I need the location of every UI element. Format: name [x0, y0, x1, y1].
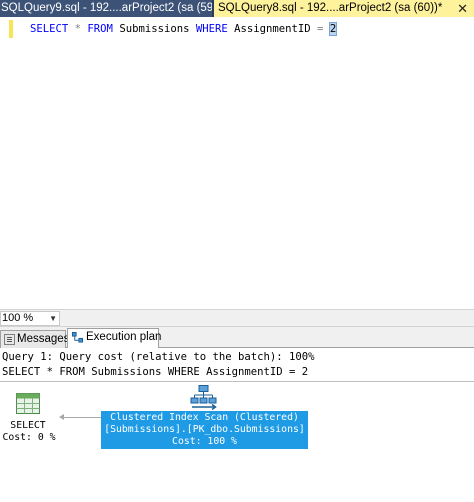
editor-status-strip: 100 % ▼ [0, 309, 474, 327]
plan-arrow-connector [59, 414, 102, 420]
select-node-name: SELECT [10, 420, 46, 431]
results-tab-bar: Messages Execution plan [0, 327, 474, 348]
select-operator-icon[interactable] [16, 393, 40, 414]
messages-icon [4, 334, 15, 345]
query-editor[interactable]: SELECT * FROM Submissions WHERE Assignme… [0, 17, 474, 309]
tab-execution-plan[interactable]: Execution plan [67, 328, 162, 348]
tab-sqlquery8-label: SQLQuery8.sql - 192....arProject2 (sa (6… [218, 2, 443, 14]
scan-node-object: [Submissions].[PK_dbo.Submissions] [104, 424, 305, 435]
query-text-line[interactable]: SELECT * FROM Submissions WHERE Assignme… [30, 21, 338, 37]
execution-plan-icon [72, 332, 83, 343]
execution-plan-pane: Query 1: Query cost (relative to the bat… [0, 349, 474, 502]
select-node-cost: Cost: 0 % [2, 432, 56, 443]
tab-messages[interactable]: Messages [0, 330, 69, 348]
selected-value: 2 [328, 22, 338, 36]
plan-divider [0, 381, 474, 382]
scan-node-title: Clustered Index Scan (Clustered) [110, 412, 299, 423]
tab-sqlquery9-label: SQLQuery9.sql - 192....arProject2 (sa (5… [1, 2, 212, 14]
column-name: AssignmentID [227, 23, 318, 35]
keyword-select: SELECT [30, 23, 69, 35]
tab-sqlquery8[interactable]: SQLQuery8.sql - 192....arProject2 (sa (6… [214, 0, 474, 17]
change-indicator [9, 20, 13, 38]
tab-sqlquery9[interactable]: SQLQuery9.sql - 192....arProject2 (sa (5… [0, 0, 212, 17]
keyword-from: FROM [87, 23, 113, 35]
close-tab-icon[interactable]: ✕ [457, 0, 468, 17]
zoom-select[interactable]: 100 % ▼ [0, 311, 60, 326]
clustered-index-scan-icon[interactable] [190, 385, 218, 411]
query-statement-text: SELECT * FROM Submissions WHERE Assignme… [2, 366, 309, 378]
scan-node-cost: Cost: 100 % [172, 436, 237, 447]
table-name: Submissions [112, 23, 196, 35]
tab-execution-plan-label: Execution plan [86, 331, 162, 343]
query-cost-header: Query 1: Query cost (relative to the bat… [2, 351, 315, 363]
keyword-where: WHERE [195, 23, 228, 35]
chevron-down-icon[interactable]: ▼ [49, 312, 57, 325]
clustered-index-scan-node[interactable]: Clustered Index Scan (Clustered) [Submis… [101, 411, 308, 449]
document-tab-strip: SQLQuery9.sql - 192....arProject2 (sa (5… [0, 0, 474, 17]
star-token: * [68, 23, 88, 35]
zoom-value: 100 % [2, 312, 34, 324]
